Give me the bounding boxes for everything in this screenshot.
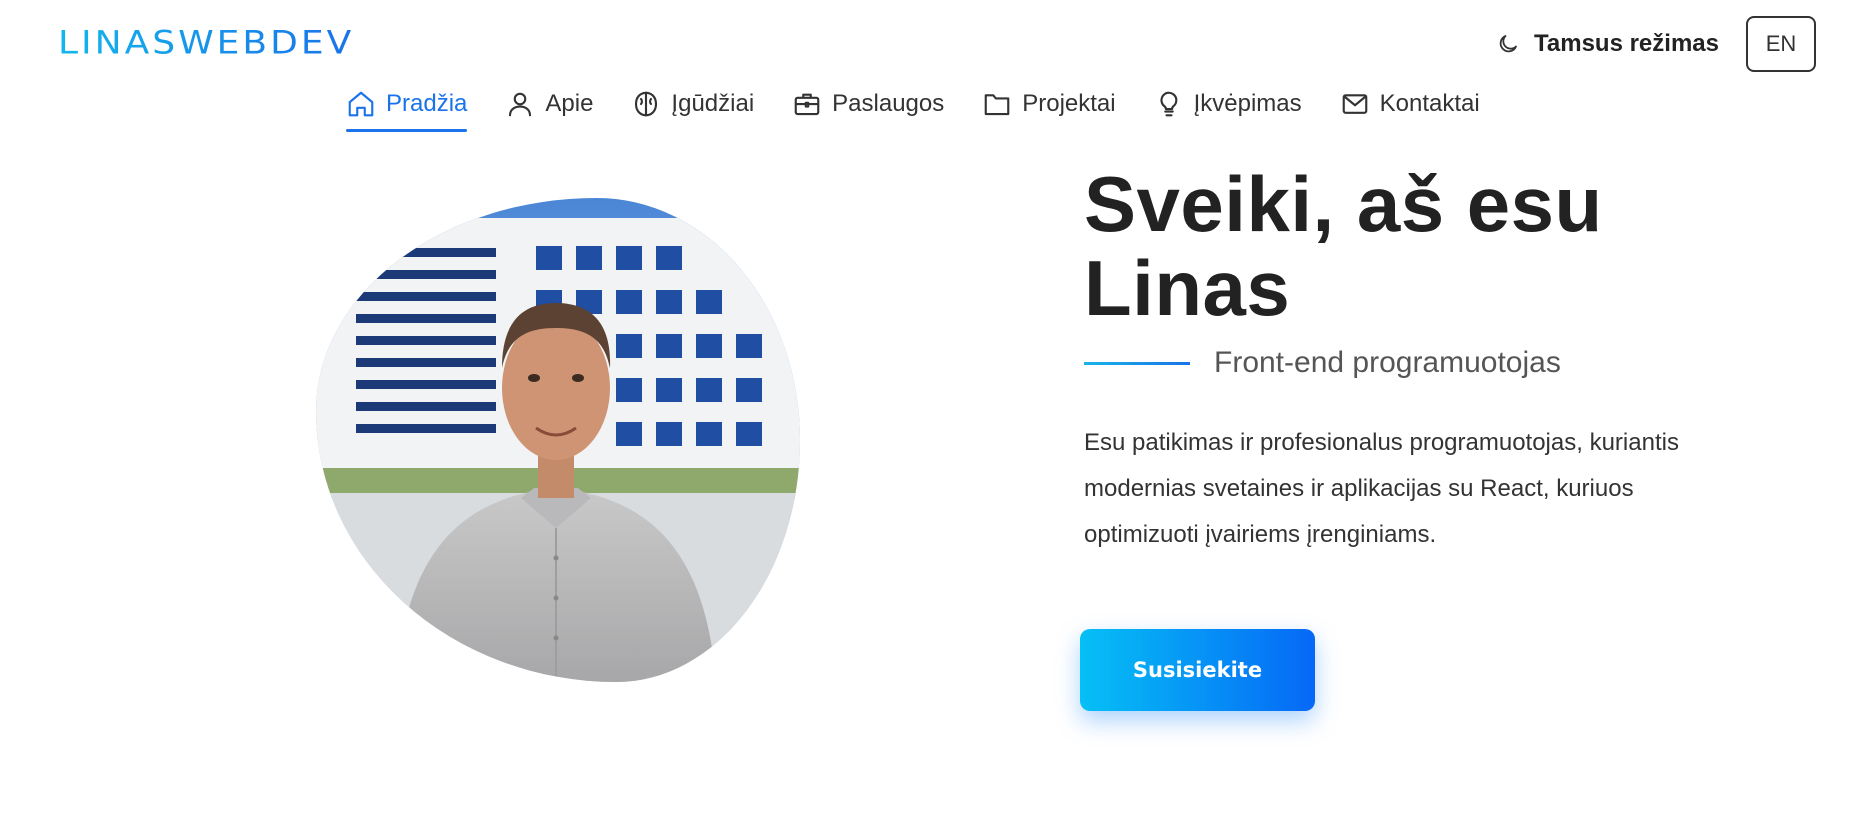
language-button[interactable]: EN: [1746, 16, 1816, 72]
hero-title-line2: Linas: [1084, 244, 1291, 332]
home-icon: [348, 91, 374, 117]
lightbulb-icon: [1160, 91, 1178, 117]
nav-item-contacts[interactable]: Kontaktai: [1340, 84, 1480, 124]
briefcase-icon: [794, 93, 820, 116]
hero-title-line1: Sveiki, aš esu: [1084, 160, 1603, 248]
profile-photo-image: [316, 198, 800, 682]
nav-item-about[interactable]: Apie: [505, 84, 593, 124]
nav-label: Įgūdžiai: [671, 90, 755, 117]
nav-item-inspiration[interactable]: Įkvėpimas: [1154, 84, 1302, 124]
nav-item-projects[interactable]: Projektai: [982, 84, 1116, 124]
dark-mode-toggle[interactable]: Tamsus režimas: [1496, 26, 1719, 62]
contact-button[interactable]: Susisiekite: [1080, 629, 1315, 711]
profile-photo: [316, 198, 800, 682]
nav-item-home[interactable]: Pradžia: [346, 84, 468, 132]
hero-title: Sveiki, aš esu Linas: [1084, 162, 1784, 330]
folder-icon: [984, 94, 1010, 116]
mail-icon: [1342, 94, 1367, 114]
nav-label: Paslaugos: [832, 90, 945, 117]
moon-icon: [1499, 35, 1517, 53]
nav-label: Apie: [545, 90, 594, 117]
nav-label: Projektai: [1022, 90, 1116, 117]
nav-label: Pradžia: [386, 90, 468, 117]
profile-photo-blob: [316, 198, 800, 682]
hero-description: Esu patikimas ir profesionalus programuo…: [1084, 429, 1679, 548]
nav-label: Įkvėpimas: [1193, 90, 1302, 117]
hero-section: Sveiki, aš esu Linas Front-end programuo…: [1084, 162, 1784, 558]
nav-item-skills[interactable]: Įgūdžiai: [631, 84, 754, 124]
hero-subtitle-text: Front-end programuotojas: [1214, 346, 1561, 379]
dark-mode-label: Tamsus režimas: [1534, 30, 1719, 57]
brain-icon: [635, 91, 658, 117]
nav-label: Kontaktai: [1379, 90, 1480, 117]
site-logo[interactable]: LINASWEBDEV: [58, 25, 354, 64]
main-nav: Pradžia Apie Įgūdžiai Paslaugos Projekta…: [346, 84, 1480, 132]
accent-line: [1084, 361, 1190, 365]
user-icon: [509, 92, 532, 117]
hero-subtitle: Front-end programuotojas: [1084, 346, 1784, 380]
nav-item-services[interactable]: Paslaugos: [792, 84, 944, 124]
